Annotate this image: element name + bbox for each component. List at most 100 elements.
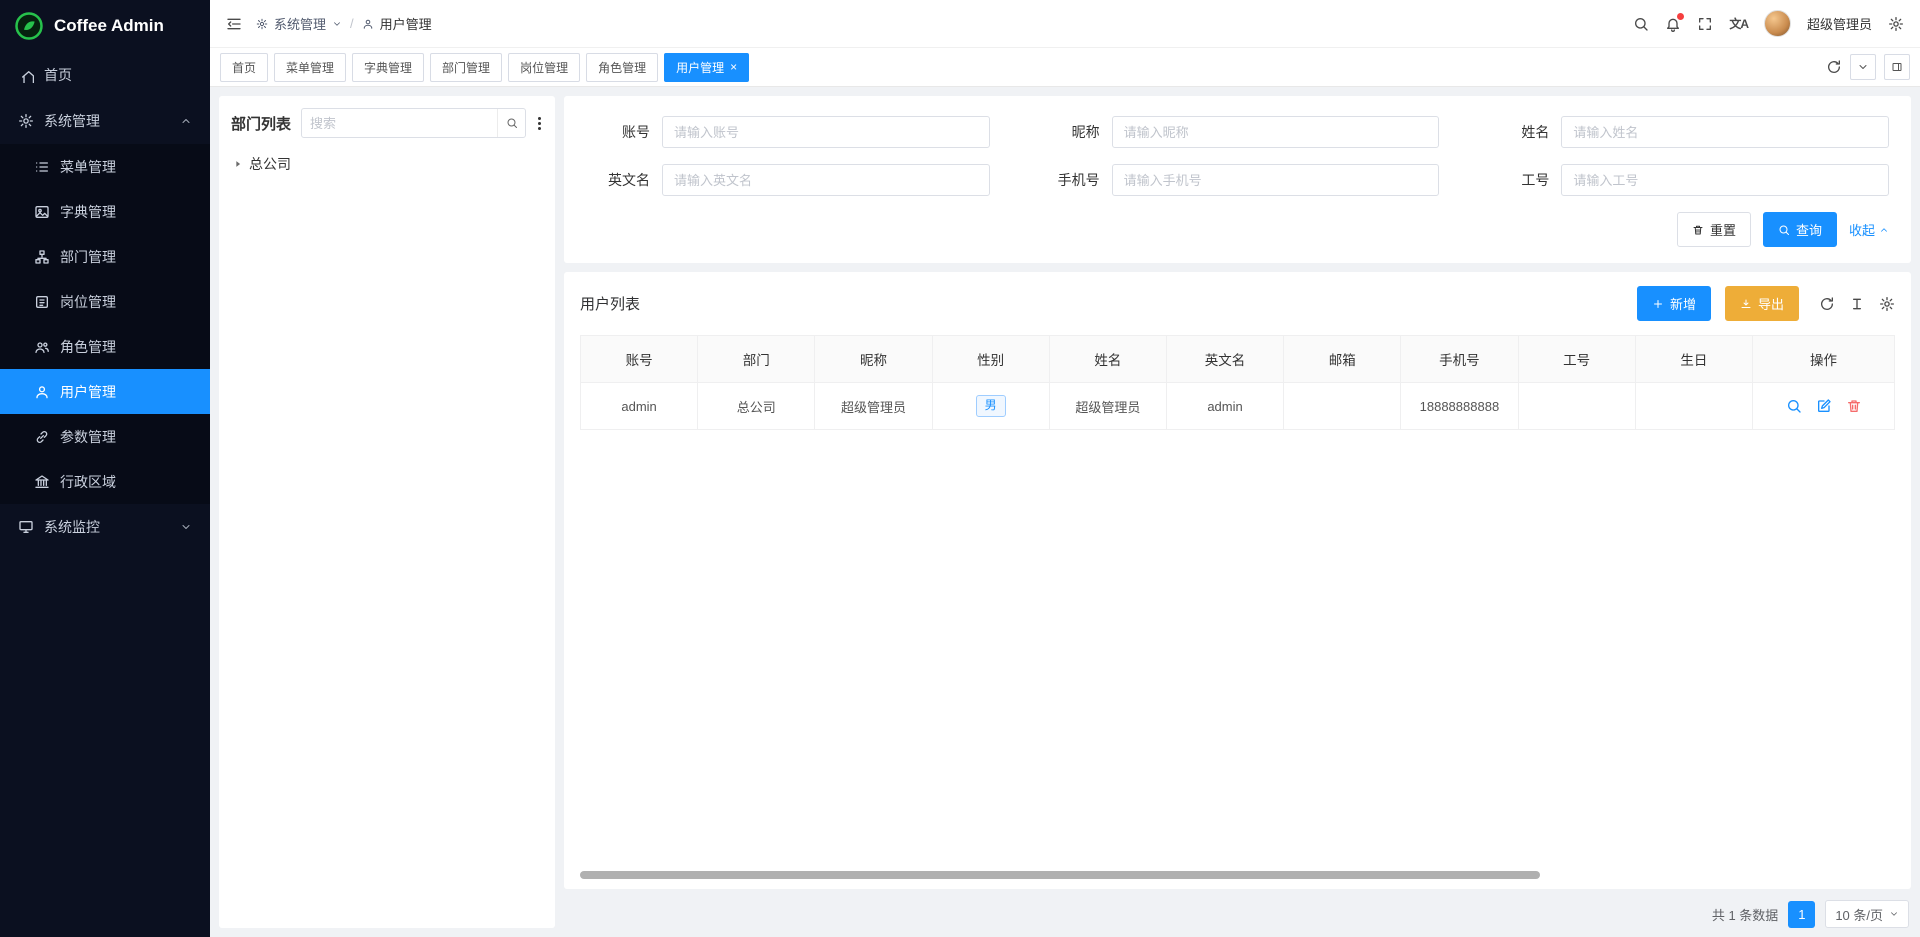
- delete-row-button[interactable]: [1846, 398, 1862, 414]
- global-search-button[interactable]: [1633, 16, 1649, 32]
- collapse-form-button[interactable]: 收起: [1849, 220, 1889, 239]
- cell-account: admin: [581, 383, 698, 430]
- sidebar-item-role-mgmt[interactable]: 角色管理: [0, 324, 210, 369]
- tab-dict-mgmt[interactable]: 字典管理: [352, 53, 424, 82]
- dept-tree-node-root[interactable]: 总公司: [231, 150, 543, 178]
- col-gender: 性别: [932, 336, 1049, 383]
- dept-search-box: [301, 108, 526, 138]
- sidebar-item-label: 系统监控: [44, 517, 100, 537]
- content-fullscreen-button[interactable]: [1884, 54, 1910, 80]
- breadcrumb: 系统管理 / 用户管理: [256, 14, 432, 33]
- tab-post-mgmt[interactable]: 岗位管理: [508, 53, 580, 82]
- add-user-button[interactable]: 新增: [1637, 286, 1711, 321]
- user-avatar[interactable]: [1764, 10, 1791, 37]
- tab-actions-dropdown[interactable]: [1850, 54, 1876, 80]
- pagination: 共 1 条数据 1 10 条/页: [564, 898, 1911, 928]
- table-tool-icons: [1819, 296, 1895, 312]
- tab-close-icon[interactable]: ×: [730, 61, 737, 73]
- fullscreen-button[interactable]: [1697, 16, 1713, 32]
- page-content: 部门列表 总公司: [210, 87, 1920, 937]
- breadcrumb-root[interactable]: 系统管理: [274, 14, 326, 33]
- account-input[interactable]: [662, 116, 990, 148]
- field-label: 英文名: [586, 170, 650, 190]
- sidebar: Coffee Admin 首页 系统管理 菜单管理 字典管理 部门管理: [0, 0, 210, 937]
- sidebar-collapse-button[interactable]: [226, 16, 242, 32]
- tab-role-mgmt[interactable]: 角色管理: [586, 53, 658, 82]
- field-work-id: 工号: [1485, 164, 1889, 196]
- sidebar-item-menu-mgmt[interactable]: 菜单管理: [0, 144, 210, 189]
- tab-user-mgmt[interactable]: 用户管理 ×: [664, 53, 749, 82]
- trash-icon: [1846, 398, 1862, 414]
- sidebar-item-post-mgmt[interactable]: 岗位管理: [0, 279, 210, 324]
- tree-expand-caret-icon[interactable]: [233, 159, 243, 169]
- page-size-select[interactable]: 10 条/页: [1825, 900, 1909, 928]
- table-horizontal-scrollbar[interactable]: [580, 871, 1540, 879]
- cell-en-name: admin: [1166, 383, 1283, 430]
- dept-panel-title: 部门列表: [231, 113, 291, 134]
- pagination-page-1[interactable]: 1: [1788, 901, 1815, 928]
- right-column: 账号 昵称 姓名 英文名: [564, 96, 1911, 928]
- plus-icon: [1652, 298, 1664, 310]
- app-logo: Coffee Admin: [0, 0, 210, 52]
- coffee-logo-icon: [14, 11, 44, 41]
- language-switch-button[interactable]: [1729, 15, 1748, 32]
- field-label: 手机号: [1036, 170, 1100, 190]
- nickname-input[interactable]: [1112, 116, 1440, 148]
- field-label: 姓名: [1485, 122, 1549, 142]
- dept-search-input[interactable]: [302, 116, 497, 131]
- view-row-button[interactable]: [1786, 398, 1802, 414]
- sidebar-item-home[interactable]: 首页: [0, 52, 210, 98]
- chevron-down-icon: [332, 19, 342, 29]
- dept-more-menu-icon[interactable]: [536, 115, 543, 132]
- cell-dept: 总公司: [698, 383, 815, 430]
- settings-button[interactable]: [1888, 16, 1904, 32]
- tab-home[interactable]: 首页: [220, 53, 268, 82]
- sidebar-item-dept-mgmt[interactable]: 部门管理: [0, 234, 210, 279]
- table-refresh-button[interactable]: [1819, 296, 1835, 312]
- export-button[interactable]: 导出: [1725, 286, 1799, 321]
- sidebar-item-user-mgmt[interactable]: 用户管理: [0, 369, 210, 414]
- field-name: 姓名: [1485, 116, 1889, 148]
- field-label: 昵称: [1036, 122, 1100, 142]
- sidebar-item-label: 首页: [44, 65, 72, 85]
- dept-search-button[interactable]: [497, 109, 525, 137]
- row-density-button[interactable]: [1849, 296, 1865, 312]
- name-input[interactable]: [1561, 116, 1889, 148]
- cell-email: [1284, 383, 1401, 430]
- sidebar-item-dict-mgmt[interactable]: 字典管理: [0, 189, 210, 234]
- search-icon: [1633, 16, 1649, 32]
- topbar-actions: 超级管理员: [1633, 10, 1904, 37]
- user-table-title: 用户列表: [580, 293, 640, 314]
- bank-icon: [34, 474, 50, 490]
- cell-nickname: 超级管理员: [815, 383, 932, 430]
- user-table-card: 用户列表 新增 导出: [564, 272, 1911, 889]
- col-nickname: 昵称: [815, 336, 932, 383]
- gear-icon: [256, 18, 268, 30]
- tab-dept-mgmt[interactable]: 部门管理: [430, 53, 502, 82]
- phone-input[interactable]: [1112, 164, 1440, 196]
- sidebar-item-label: 用户管理: [60, 382, 116, 402]
- sidebar-item-region[interactable]: 行政区域: [0, 459, 210, 504]
- user-icon: [34, 384, 50, 400]
- username-label[interactable]: 超级管理员: [1807, 14, 1872, 33]
- reset-button[interactable]: 重置: [1677, 212, 1751, 247]
- en-name-input[interactable]: [662, 164, 990, 196]
- col-email: 邮箱: [1284, 336, 1401, 383]
- chevron-down-icon: [180, 521, 192, 533]
- table-toolbar: 新增 导出: [1637, 286, 1895, 321]
- sidebar-item-system-monitor[interactable]: 系统监控: [0, 504, 210, 550]
- column-settings-button[interactable]: [1879, 296, 1895, 312]
- edit-row-button[interactable]: [1816, 398, 1832, 414]
- query-button[interactable]: 查询: [1763, 212, 1837, 247]
- sidebar-item-param-mgmt[interactable]: 参数管理: [0, 414, 210, 459]
- image-icon: [34, 204, 50, 220]
- table-row[interactable]: admin 总公司 超级管理员 男 超级管理员 admin 1888888888…: [581, 383, 1895, 430]
- search-form-grid: 账号 昵称 姓名 英文名: [586, 116, 1889, 196]
- work-id-input[interactable]: [1561, 164, 1889, 196]
- refresh-page-button[interactable]: [1826, 59, 1842, 75]
- sidebar-item-system-mgmt[interactable]: 系统管理: [0, 98, 210, 144]
- tab-menu-mgmt[interactable]: 菜单管理: [274, 53, 346, 82]
- notifications-button[interactable]: [1665, 16, 1681, 32]
- cell-name: 超级管理员: [1049, 383, 1166, 430]
- edit-icon: [1816, 398, 1832, 414]
